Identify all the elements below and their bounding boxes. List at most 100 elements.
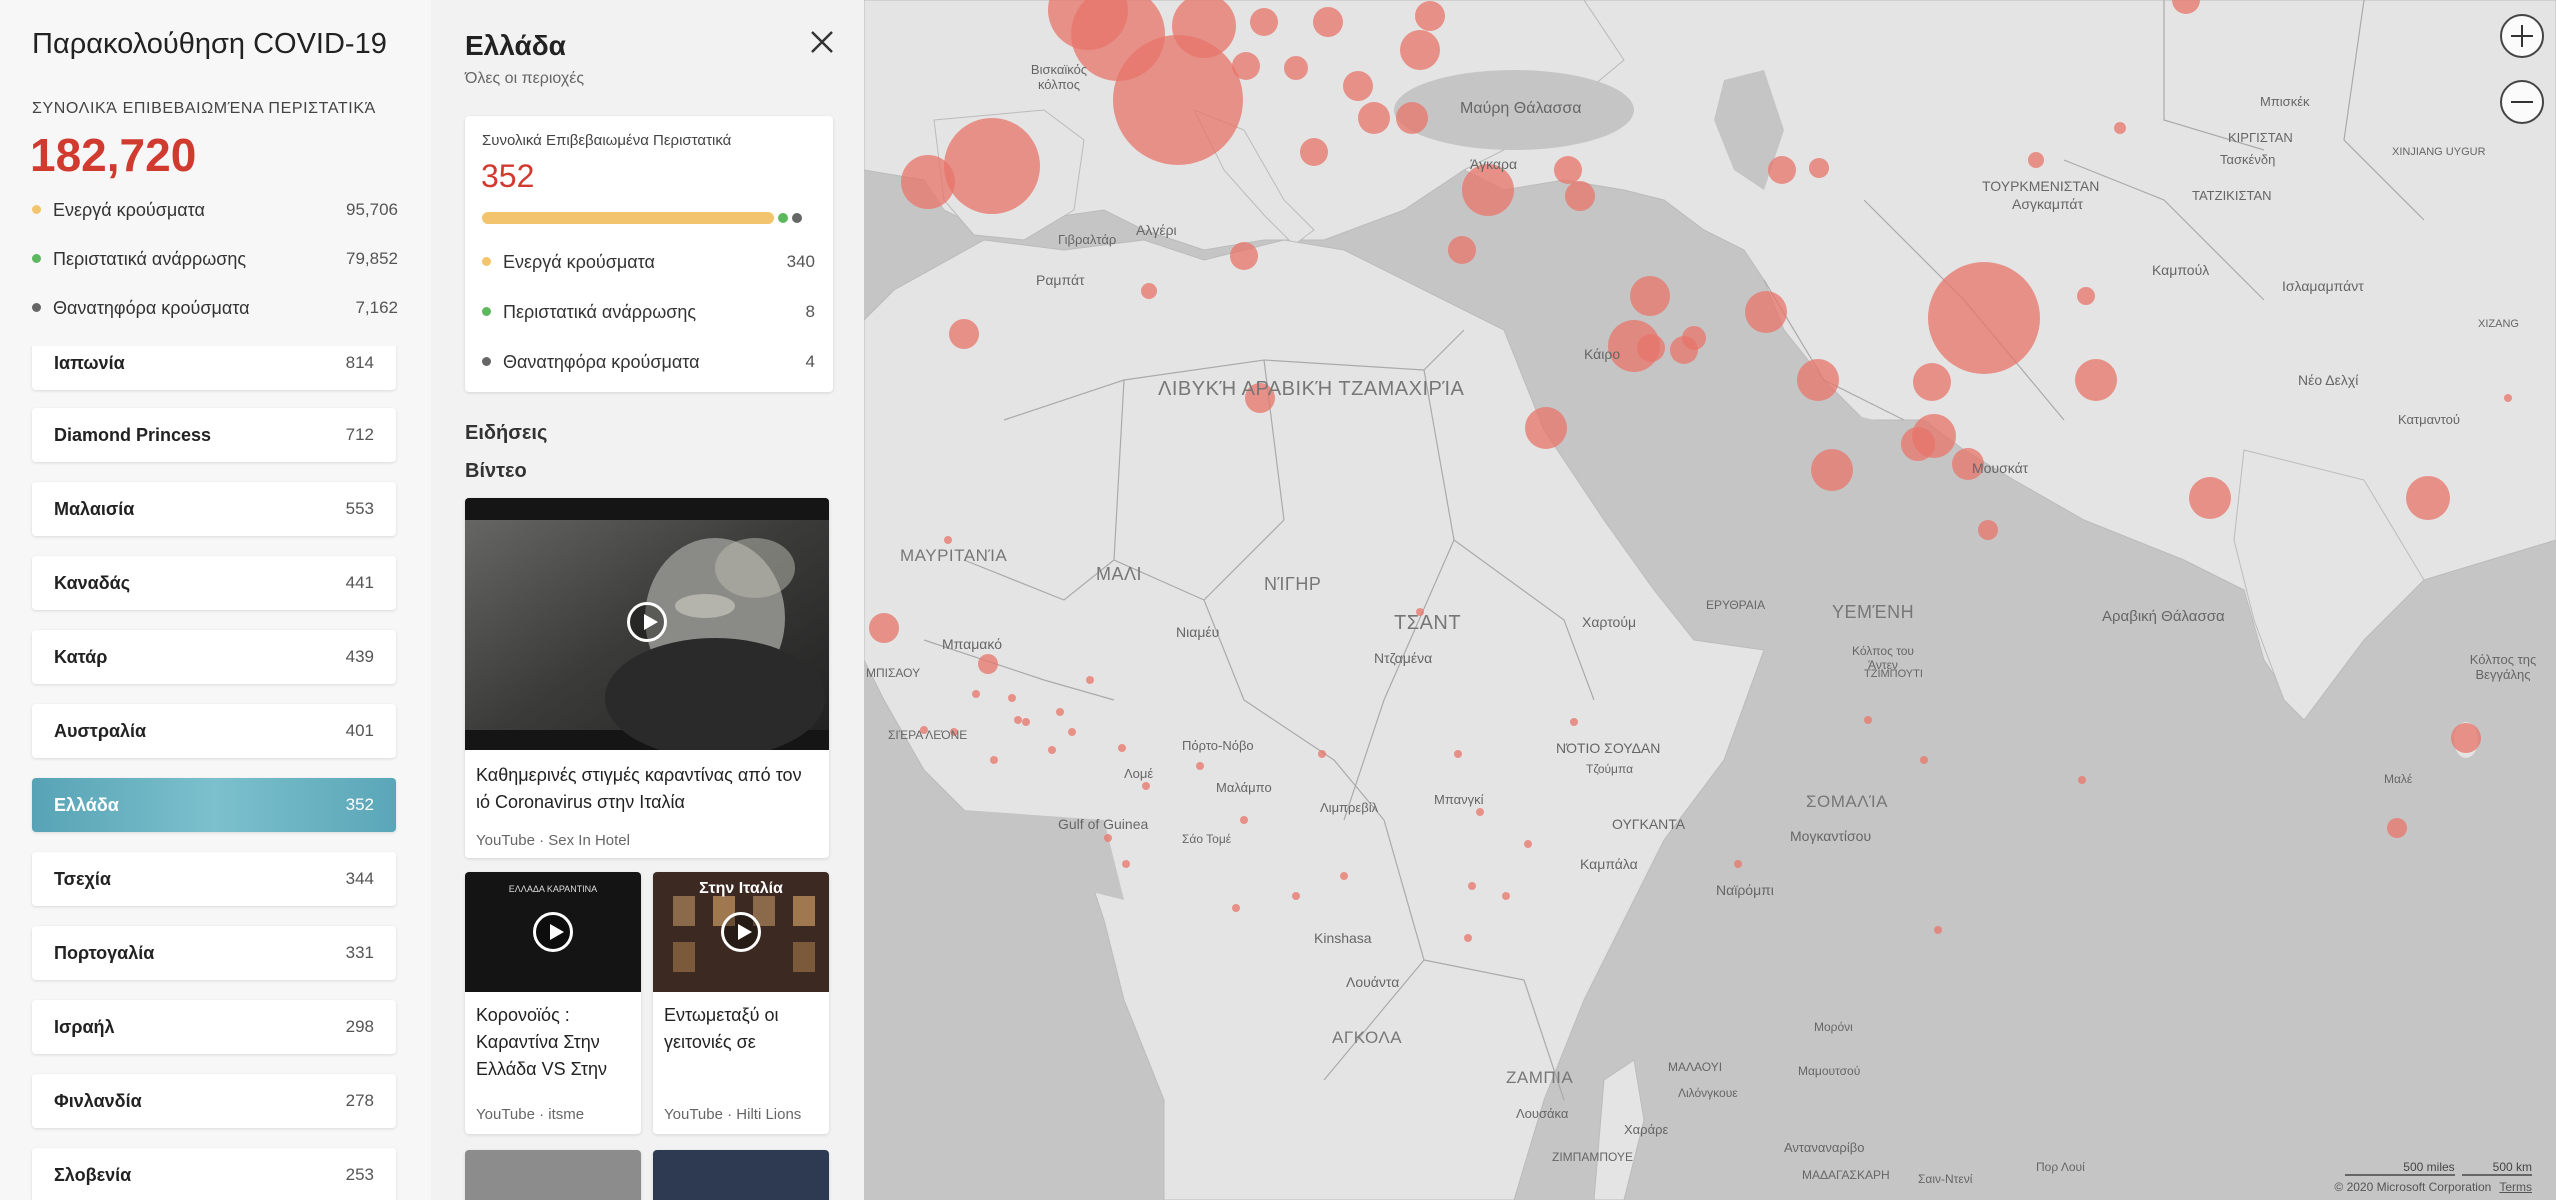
map-label-tashkent: Τασκένδη [2220,152,2276,167]
map-label-chad: ΤΣΑΝΤ [1394,612,1462,634]
map-label-luanda: Λουάντα [1346,974,1400,990]
map-label-moroni: Μορόνι [1814,1020,1853,1034]
case-bubble [1230,242,1258,270]
country-item[interactable]: Σλοβενία 253 [32,1148,396,1200]
app-title: Παρακολούθηση COVID-19 [32,28,387,60]
map-label-saint-denis: Σαιν-Ντενί [1918,1172,1973,1186]
case-bubble [901,155,955,209]
country-item[interactable]: Πορτογαλία 331 [32,926,396,980]
recovered-dot-icon [32,253,41,263]
news-heading[interactable]: Ειδήσεις [465,422,547,445]
zoom-out-button[interactable] [2500,80,2544,124]
case-bubble [1864,716,1872,724]
country-item-selected[interactable]: Ελλάδα 352 [32,778,396,832]
country-name: Diamond Princess [54,425,212,445]
country-item[interactable]: Τσεχία 344 [32,852,396,906]
case-bubble [1476,808,1484,816]
zoom-in-button[interactable] [2500,14,2544,58]
map-label-sao-tome: Σάο Τομέ [1182,832,1232,846]
fatal-dot-icon [482,356,491,366]
stat-value: 7,162 [355,298,398,317]
case-bubble [2078,776,2086,784]
recovered-dot-icon [482,306,491,316]
close-button[interactable] [804,24,840,60]
case-bubble [1232,904,1240,912]
case-bubble [1400,30,1440,70]
case-bubble [978,654,998,674]
country-count: 439 [345,647,374,666]
case-bubble [1464,934,1472,942]
map-label-biscay: Βισκαϊκός κόλπος [1030,62,1088,92]
map-label-zimbabwe: ΖΙΜΠΑΜΠΟΥΕ [1552,1150,1633,1164]
case-bubble [1734,860,1742,868]
case-bubble [1086,676,1094,684]
country-item[interactable]: Μαλαισία 553 [32,482,396,536]
case-bubble [1340,872,1348,880]
map-label-kampala: Καμπάλα [1580,856,1638,872]
case-bubble [2189,477,2231,519]
map-label-libya: ΛΙΒΥΚΉ ΑΡΑΒΙΚΉ ΤΖΑΜΑΧΙΡΊΑ [1158,378,1464,400]
map-label-south-sudan: ΝΌΤΙΟ ΣΟΥΔΑΝ [1556,740,1661,756]
case-bubble [1524,840,1532,848]
case-bubble [1913,363,1951,401]
map-label-turkmenistan: ΤΟΥΡΚΜΕΝΙΣΤΑΝ [1982,178,2100,194]
country-count: 253 [345,1165,374,1184]
case-bubble [1104,834,1112,842]
video-title: Εντωμεταξύ οι γειτονιές σε Ελλάδα και Ιτ… [664,1005,779,1052]
case-bubble [1232,52,1260,80]
country-item[interactable]: Φινλανδία 278 [32,1074,396,1128]
case-bubble [1141,283,1157,299]
case-bubble [1056,708,1064,716]
case-bubble [2114,122,2126,134]
case-bubble [1122,860,1130,868]
country-list[interactable]: Ιαπωνία 814 Diamond Princess 712 Μαλαισία 5… [0,346,431,1200]
case-bubble [2028,152,2044,168]
card-value: 352 [481,158,535,194]
case-bubble [1454,750,1462,758]
map-label-uganda: ΟΥΓΚΑΝΤΑ [1612,816,1686,832]
case-bubble [1811,449,1853,491]
detail-panel: Ελλάδα Όλες οι περιοχές Συνολικά Επιβεβα… [431,0,864,1200]
map-label-kyrgyzstan: ΚΙΡΓΙΣΤΑΝ [2228,130,2293,145]
country-item[interactable]: Κατάρ 439 [32,630,396,684]
country-item[interactable]: Καναδάς 441 [32,556,396,610]
card-stat-fatal: Θανατηφόρα κρούσματα 4 [482,352,815,378]
case-bubble [1554,156,1582,184]
stat-fatal: Θανατηφόρα κρούσματα 7,162 [32,298,398,324]
video-card[interactable] [465,1150,641,1200]
country-name: Μαλαισία [54,499,135,519]
country-item[interactable]: Diamond Princess 712 [32,408,396,462]
country-count: 352 [345,795,374,814]
map-label-kabul: Καμπούλ [2152,262,2210,278]
stat-label: Ενεργά κρούσματα [53,200,205,220]
scale-miles: 500 miles [2344,1160,2455,1176]
total-confirmed-value: 182,720 [30,129,197,181]
country-name: Ελλάδα [54,795,119,815]
case-bubble [1978,520,1998,540]
country-item[interactable]: Ισραήλ 298 [32,1000,396,1054]
card-stat-recovered: Περιστατικά ανάρρωσης 8 [482,302,815,328]
video-card[interactable]: ΕΛΛΑΔΑ ΚΑΡΑΝΤΙΝΑ Κορονοϊός : Καραντίνα Σ… [465,872,641,1134]
thumbnail-caption: Στην Ιταλία [699,880,783,897]
map-label-sierra-leone: ΣΙΈΡΑ ΛΕΌΝΕ [888,728,968,742]
sidebar: Παρακολούθηση COVID-19 ΣΥΝΟΛΙΚΆ ΕΠΙΒΕΒΑΙ… [0,0,431,1200]
map-label-nairobi: Ναϊρόμπι [1716,882,1774,898]
map-label-angola: ΑΓΚΟΛΑ [1332,1028,1403,1047]
country-item[interactable]: Ιαπωνία 814 [32,346,396,390]
video-card[interactable]: Καθημερινές στιγμές καραντίνας από τον ι… [465,498,829,858]
map-label-lome: Λομέ [1124,766,1154,781]
video-card[interactable] [653,1150,829,1200]
country-item[interactable]: Αυστραλία 401 [32,704,396,758]
map-label-niamey: Νιαμέυ [1176,624,1220,640]
map-label-gabon-city: Λιμπρεβίλ [1320,800,1379,815]
country-count: 331 [345,943,374,962]
play-icon [627,602,667,642]
card-label: Συνολικά Επιβεβαιωμένα Περιστατικά [482,132,732,149]
stat-recovered: Περιστατικά ανάρρωσης 79,852 [32,249,398,275]
video-card[interactable]: Στην Ιταλία Εντωμεταξύ οι γειτονιές σε Ε… [653,872,829,1134]
terms-link[interactable]: Terms [2499,1180,2532,1194]
country-count: 712 [345,425,374,444]
map[interactable]: ΛΙΒΥΚΉ ΑΡΑΒΙΚΉ ΤΖΑΜΑΧΙΡΊΑ ΤΣΑΝΤ ΜΑΛΙ ΝΊΓ… [864,0,2556,1200]
country-count: 814 [345,353,374,372]
case-bubble [2077,287,2095,305]
